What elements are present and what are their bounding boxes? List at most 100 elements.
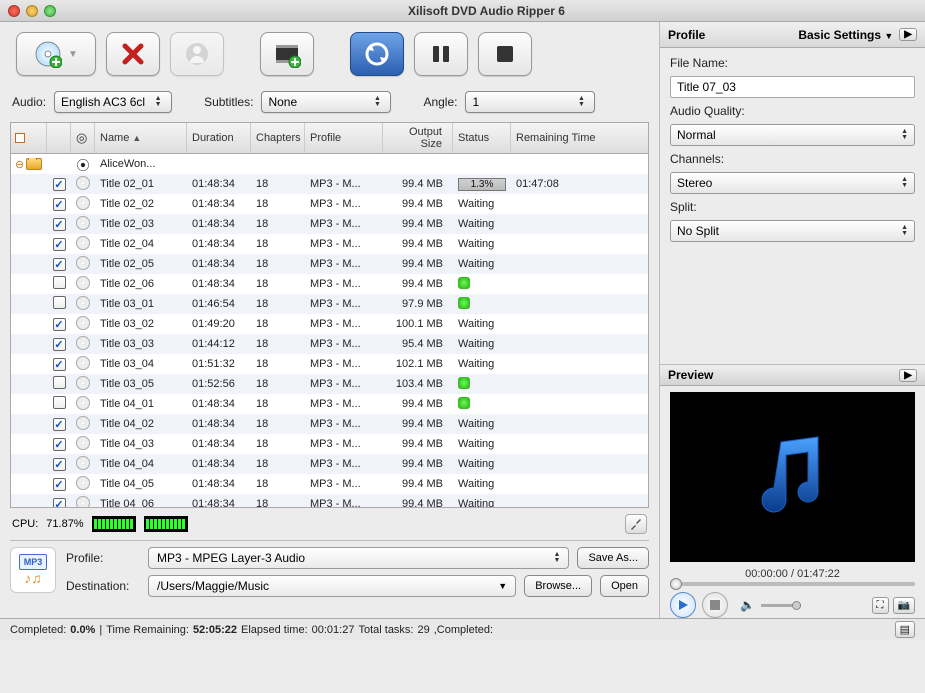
- group-row[interactable]: ⊖ ⦿ AliceWon...: [11, 154, 648, 174]
- updown-icon: ▲▼: [901, 225, 908, 237]
- row-checkbox[interactable]: [53, 198, 66, 211]
- fullscreen-button[interactable]: ⛶: [872, 597, 889, 614]
- row-checkbox[interactable]: [53, 498, 66, 508]
- table-row[interactable]: Title 04_0101:48:3418MP3 - M...99.4 MB: [11, 394, 648, 414]
- table-row[interactable]: Title 03_0101:46:5418MP3 - M...97.9 MB: [11, 294, 648, 314]
- row-profile: MP3 - M...: [305, 338, 383, 350]
- col-name[interactable]: Name▲: [95, 123, 187, 153]
- col-duration[interactable]: Duration: [187, 123, 251, 153]
- row-profile: MP3 - M...: [305, 178, 383, 190]
- volume-icon[interactable]: 🔈: [740, 598, 755, 612]
- zoom-button[interactable]: [44, 5, 56, 17]
- subtitles-select[interactable]: None ▲▼: [261, 91, 391, 113]
- angle-select[interactable]: 1 ▲▼: [465, 91, 595, 113]
- col-type[interactable]: ◎: [71, 123, 95, 153]
- row-status: [453, 277, 511, 292]
- row-name: Title 04_05: [95, 478, 187, 490]
- split-select[interactable]: No Split ▲▼: [670, 220, 915, 242]
- filename-input[interactable]: [670, 76, 915, 98]
- col-chapters[interactable]: Chapters: [251, 123, 305, 153]
- audio-quality-select[interactable]: Normal ▲▼: [670, 124, 915, 146]
- col-check[interactable]: [47, 123, 71, 153]
- slider-thumb[interactable]: [670, 578, 682, 590]
- table-row[interactable]: Title 04_0401:48:3418MP3 - M...99.4 MBWa…: [11, 454, 648, 474]
- row-checkbox[interactable]: [53, 478, 66, 491]
- row-status: Waiting: [453, 478, 511, 490]
- row-checkbox[interactable]: [53, 396, 66, 409]
- volume-slider[interactable]: [761, 604, 801, 607]
- row-checkbox[interactable]: [53, 296, 66, 309]
- table-row[interactable]: Title 02_0201:48:3418MP3 - M...99.4 MBWa…: [11, 194, 648, 214]
- row-checkbox[interactable]: [53, 178, 66, 191]
- row-checkbox[interactable]: [53, 276, 66, 289]
- log-button[interactable]: ▤: [895, 621, 915, 638]
- row-checkbox[interactable]: [53, 376, 66, 389]
- table-row[interactable]: Title 02_0501:48:3418MP3 - M...99.4 MBWa…: [11, 254, 648, 274]
- add-disc-button[interactable]: ▼: [16, 32, 96, 76]
- table-row[interactable]: Title 03_0501:52:5618MP3 - M...103.4 MB: [11, 374, 648, 394]
- col-expand[interactable]: [11, 123, 47, 153]
- row-checkbox[interactable]: [53, 358, 66, 371]
- row-checkbox[interactable]: [53, 238, 66, 251]
- disc-icon: [76, 496, 90, 508]
- table-row[interactable]: Title 03_0301:44:1218MP3 - M...95.4 MBWa…: [11, 334, 648, 354]
- disc-icon: [76, 316, 90, 330]
- remove-button[interactable]: [106, 32, 160, 76]
- play-button[interactable]: [670, 592, 696, 618]
- col-status[interactable]: Status: [453, 123, 511, 153]
- expand-icon[interactable]: ▶: [899, 369, 917, 382]
- row-checkbox[interactable]: [53, 318, 66, 331]
- table-row[interactable]: Title 02_0601:48:3418MP3 - M...99.4 MB: [11, 274, 648, 294]
- close-button[interactable]: [8, 5, 20, 17]
- preview-slider[interactable]: [670, 582, 915, 586]
- table-row[interactable]: Title 02_0401:48:3418MP3 - M...99.4 MBWa…: [11, 234, 648, 254]
- table-row[interactable]: Title 03_0401:51:3218MP3 - M...102.1 MBW…: [11, 354, 648, 374]
- minimize-button[interactable]: [26, 5, 38, 17]
- cpu-graph: [92, 516, 136, 532]
- table-row[interactable]: Title 03_0201:49:2018MP3 - M...100.1 MBW…: [11, 314, 648, 334]
- destination-field[interactable]: /Users/Maggie/Music ▼: [148, 575, 516, 597]
- cpu-value: 71.87%: [46, 518, 83, 530]
- row-checkbox[interactable]: [53, 338, 66, 351]
- col-profile[interactable]: Profile: [305, 123, 383, 153]
- browse-button[interactable]: Browse...: [524, 575, 592, 597]
- row-checkbox[interactable]: [53, 258, 66, 271]
- row-status: [453, 377, 511, 392]
- table-row[interactable]: Title 04_0301:48:3418MP3 - M...99.4 MBWa…: [11, 434, 648, 454]
- disc-icon: [76, 236, 90, 250]
- convert-button[interactable]: [350, 32, 404, 76]
- table-row[interactable]: Title 02_0301:48:3418MP3 - M...99.4 MBWa…: [11, 214, 648, 234]
- row-checkbox[interactable]: [53, 218, 66, 231]
- row-checkbox[interactable]: [53, 418, 66, 431]
- stop-button[interactable]: [478, 32, 532, 76]
- settings-button[interactable]: [625, 514, 647, 534]
- row-duration: 01:48:34: [187, 498, 251, 507]
- table-row[interactable]: Title 04_0601:48:3418MP3 - M...99.4 MBWa…: [11, 494, 648, 507]
- row-duration: 01:49:20: [187, 318, 251, 330]
- col-remaining[interactable]: Remaining Time: [511, 123, 611, 153]
- open-button[interactable]: Open: [600, 575, 649, 597]
- expand-icon[interactable]: ▶: [899, 28, 917, 41]
- table-row[interactable]: Title 04_0501:48:3418MP3 - M...99.4 MBWa…: [11, 474, 648, 494]
- col-output[interactable]: Output Size: [383, 123, 453, 153]
- row-checkbox[interactable]: [53, 458, 66, 471]
- row-status: Waiting: [453, 498, 511, 507]
- table-row[interactable]: Title 04_0201:48:3418MP3 - M...99.4 MBWa…: [11, 414, 648, 434]
- pause-button[interactable]: [414, 32, 468, 76]
- table-row[interactable]: Title 02_0101:48:3418MP3 - M...99.4 MB1.…: [11, 174, 648, 194]
- channels-select[interactable]: Stereo ▲▼: [670, 172, 915, 194]
- settings-dropdown[interactable]: Basic Settings ▼: [798, 28, 893, 42]
- profile-panel-header: Profile Basic Settings ▼ ▶: [660, 22, 925, 48]
- disc-icon: [76, 256, 90, 270]
- row-status: Waiting: [453, 258, 511, 270]
- profile-select[interactable]: MP3 - MPEG Layer-3 Audio ▲▼: [148, 547, 569, 569]
- save-as-button[interactable]: Save As...: [577, 547, 649, 569]
- row-checkbox[interactable]: [53, 438, 66, 451]
- snapshot-button[interactable]: 📷: [893, 597, 915, 614]
- audio-select[interactable]: English AC3 6cl ▲▼: [54, 91, 172, 113]
- toolbar: ▼: [0, 22, 659, 86]
- row-output: 99.4 MB: [383, 218, 453, 230]
- clip-button[interactable]: [260, 32, 314, 76]
- preview-stop-button[interactable]: [702, 592, 728, 618]
- clear-button[interactable]: [170, 32, 224, 76]
